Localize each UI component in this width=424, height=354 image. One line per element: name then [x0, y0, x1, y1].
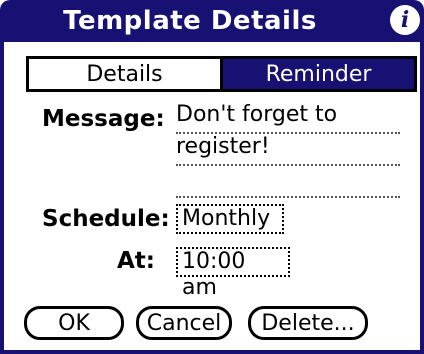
message-field-line-1[interactable]: Don't forget to [176, 102, 400, 134]
window-title: Template Details [63, 6, 317, 36]
title-bar: Template Details i [0, 0, 424, 42]
schedule-selector[interactable]: Monthly [176, 204, 284, 234]
ok-button[interactable]: OK [24, 306, 124, 340]
title-tab: Template Details i [0, 0, 424, 42]
tab-reminder[interactable]: Reminder [223, 59, 414, 89]
message-label: Message: [42, 106, 165, 132]
schedule-label: Schedule: [42, 206, 170, 232]
cancel-button[interactable]: Cancel [136, 306, 232, 340]
tab-details[interactable]: Details [29, 59, 223, 89]
message-field-line-3[interactable] [176, 166, 400, 198]
time-selector[interactable]: 10:00 am [176, 247, 290, 300]
message-field-line-2[interactable]: register! [176, 134, 400, 166]
tab-bar: Details Reminder [26, 56, 417, 92]
delete-button[interactable]: Delete... [248, 306, 368, 340]
at-label: At: [117, 248, 155, 274]
info-icon[interactable]: i [390, 5, 420, 35]
